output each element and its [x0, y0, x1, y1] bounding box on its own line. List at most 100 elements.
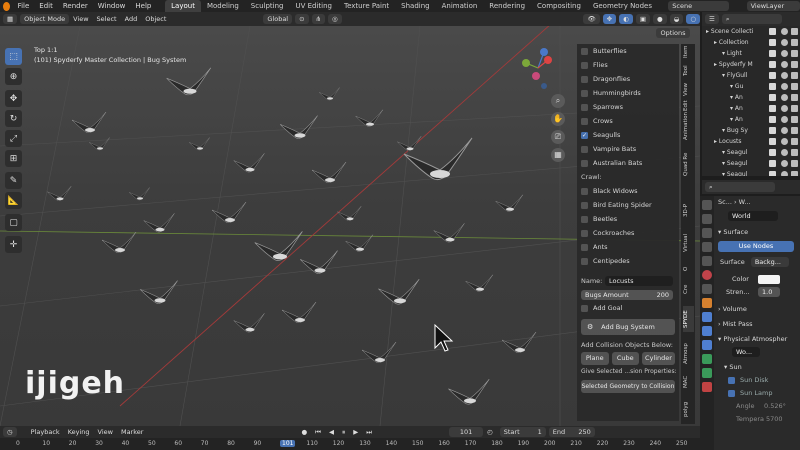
crawl-bug-row[interactable]: Ants: [577, 240, 679, 254]
exclude-checkbox[interactable]: [769, 50, 776, 57]
outliner-row[interactable]: ▾ FlyGull: [702, 70, 800, 81]
viewport-menu-select[interactable]: Select: [93, 15, 121, 23]
menu-window[interactable]: Window: [93, 0, 131, 12]
world-properties-icon[interactable]: [702, 270, 712, 280]
render-camera-icon[interactable]: [791, 171, 798, 176]
crawl-bug-checkbox[interactable]: [581, 187, 588, 195]
menu-file[interactable]: File: [13, 0, 35, 12]
properties-search-input[interactable]: ⌕: [705, 182, 775, 192]
timeline-menu-keying[interactable]: Keying: [64, 428, 94, 436]
render-properties-icon[interactable]: [702, 214, 712, 224]
mist-panel-header[interactable]: › Mist Pass: [714, 318, 800, 331]
proportional-edit-icon[interactable]: ◎: [328, 14, 342, 24]
workspace-tab-rendering[interactable]: Rendering: [483, 0, 531, 12]
hide-eye-icon[interactable]: [781, 50, 788, 57]
fly-bug-checkbox[interactable]: [581, 75, 588, 83]
fly-bug-row[interactable]: Crows: [577, 114, 679, 128]
exclude-checkbox[interactable]: [769, 127, 776, 134]
tab-animation[interactable]: Animation: [683, 112, 694, 140]
record-icon[interactable]: ●: [297, 428, 311, 436]
render-camera-icon[interactable]: [791, 127, 798, 134]
crawl-bug-checkbox[interactable]: [581, 201, 588, 209]
render-camera-icon[interactable]: [791, 28, 798, 35]
exclude-checkbox[interactable]: [769, 72, 776, 79]
hide-eye-icon[interactable]: [781, 149, 788, 156]
scene-properties-icon[interactable]: [702, 256, 712, 266]
crawl-bug-row[interactable]: Black Widows: [577, 184, 679, 198]
data-properties-icon[interactable]: [702, 368, 712, 378]
hide-eye-icon[interactable]: [781, 105, 788, 112]
hide-eye-icon[interactable]: [781, 61, 788, 68]
modifier-properties-icon[interactable]: [702, 312, 712, 322]
temperature-value[interactable]: 5700: [766, 413, 783, 426]
exclude-checkbox[interactable]: [769, 105, 776, 112]
exclude-checkbox[interactable]: [769, 160, 776, 167]
render-camera-icon[interactable]: [791, 116, 798, 123]
fly-bug-row[interactable]: Vampire Bats: [577, 142, 679, 156]
collision-plane-button[interactable]: Plane: [581, 352, 609, 365]
jump-end-icon[interactable]: ⏭: [362, 428, 376, 437]
workspace-tab-layout[interactable]: Layout: [165, 0, 201, 12]
add-cube-tool-icon[interactable]: ▢: [5, 214, 22, 231]
timeline-menu-playback[interactable]: Playback: [27, 428, 64, 436]
current-frame-field[interactable]: 101: [449, 427, 484, 437]
tab-atmosphere[interactable]: Atmosp: [683, 340, 694, 368]
fly-bug-row[interactable]: Sparrows: [577, 100, 679, 114]
transform-tool-icon[interactable]: ⊞: [5, 150, 22, 167]
tab-item[interactable]: Item: [683, 45, 694, 58]
crawl-bug-row[interactable]: Bird Eating Spider: [577, 198, 679, 212]
transform-orientation-selector[interactable]: Global: [263, 14, 293, 24]
fly-bug-row[interactable]: Butterflies: [577, 44, 679, 58]
exclude-checkbox[interactable]: [769, 171, 776, 176]
crawl-bug-row[interactable]: Beetles: [577, 212, 679, 226]
snap-icon[interactable]: ⋔: [311, 14, 326, 24]
add-goal-row[interactable]: Add Goal: [577, 301, 679, 315]
render-camera-icon[interactable]: [791, 83, 798, 90]
world-name-field[interactable]: World: [728, 210, 778, 221]
crawl-bug-checkbox[interactable]: [581, 215, 588, 223]
hide-eye-icon[interactable]: [781, 116, 788, 123]
outliner-row[interactable]: ▾ An: [702, 103, 800, 114]
workspace-tab-sculpting[interactable]: Sculpting: [245, 0, 290, 12]
hide-eye-icon[interactable]: [781, 127, 788, 134]
fly-bug-checkbox[interactable]: [581, 47, 588, 55]
rotate-tool-icon[interactable]: ↻: [5, 110, 22, 127]
render-camera-icon[interactable]: [791, 72, 798, 79]
render-camera-icon[interactable]: [791, 138, 798, 145]
render-camera-icon[interactable]: [791, 149, 798, 156]
options-dropdown[interactable]: Options: [656, 28, 690, 38]
outliner-row[interactable]: ▾ An: [702, 92, 800, 103]
timer-icon[interactable]: ◴: [483, 428, 497, 436]
fly-bug-row[interactable]: Australian Bats: [577, 156, 679, 170]
tab-virtual[interactable]: Virtual: [683, 230, 694, 256]
tab-tool[interactable]: Tool: [683, 64, 694, 78]
timeline-menu-view[interactable]: View: [94, 428, 117, 436]
tab-create[interactable]: Cre: [683, 280, 694, 298]
atmosphere-world-field[interactable]: Wo...: [732, 347, 760, 357]
fly-bug-checkbox[interactable]: [581, 145, 588, 153]
tab-edit[interactable]: Edit: [683, 100, 694, 112]
hide-eye-icon[interactable]: [781, 94, 788, 101]
gizmo-icon[interactable]: ✥: [602, 14, 617, 24]
fly-bug-checkbox[interactable]: [581, 117, 588, 125]
menu-render[interactable]: Render: [58, 0, 93, 12]
outliner-row[interactable]: ▸ Spyderfy M: [702, 59, 800, 70]
strength-field[interactable]: 1.0: [758, 287, 780, 297]
workspace-tab-compositing[interactable]: Compositing: [531, 0, 587, 12]
crawl-bug-row[interactable]: Cockroaches: [577, 226, 679, 240]
outliner-row[interactable]: ▾ Seagul: [702, 158, 800, 169]
sun-disk-row[interactable]: Sun Disk: [714, 374, 800, 387]
workspace-tab-shading[interactable]: Shading: [395, 0, 435, 12]
sun-lamp-row[interactable]: Sun Lamp: [714, 387, 800, 400]
shading-rendered-icon[interactable]: ○: [686, 14, 700, 24]
measure-tool-icon[interactable]: 📐: [5, 192, 22, 209]
hide-eye-icon[interactable]: [781, 72, 788, 79]
render-camera-icon[interactable]: [791, 39, 798, 46]
exclude-checkbox[interactable]: [769, 61, 776, 68]
blender-logo-icon[interactable]: [3, 1, 10, 11]
scene-selector[interactable]: Scene: [668, 1, 729, 11]
spyderfy-tool-icon[interactable]: ✛: [5, 236, 22, 253]
exclude-checkbox[interactable]: [769, 149, 776, 156]
outliner-row[interactable]: ▾ Seagul: [702, 169, 800, 176]
exclude-checkbox[interactable]: [769, 138, 776, 145]
